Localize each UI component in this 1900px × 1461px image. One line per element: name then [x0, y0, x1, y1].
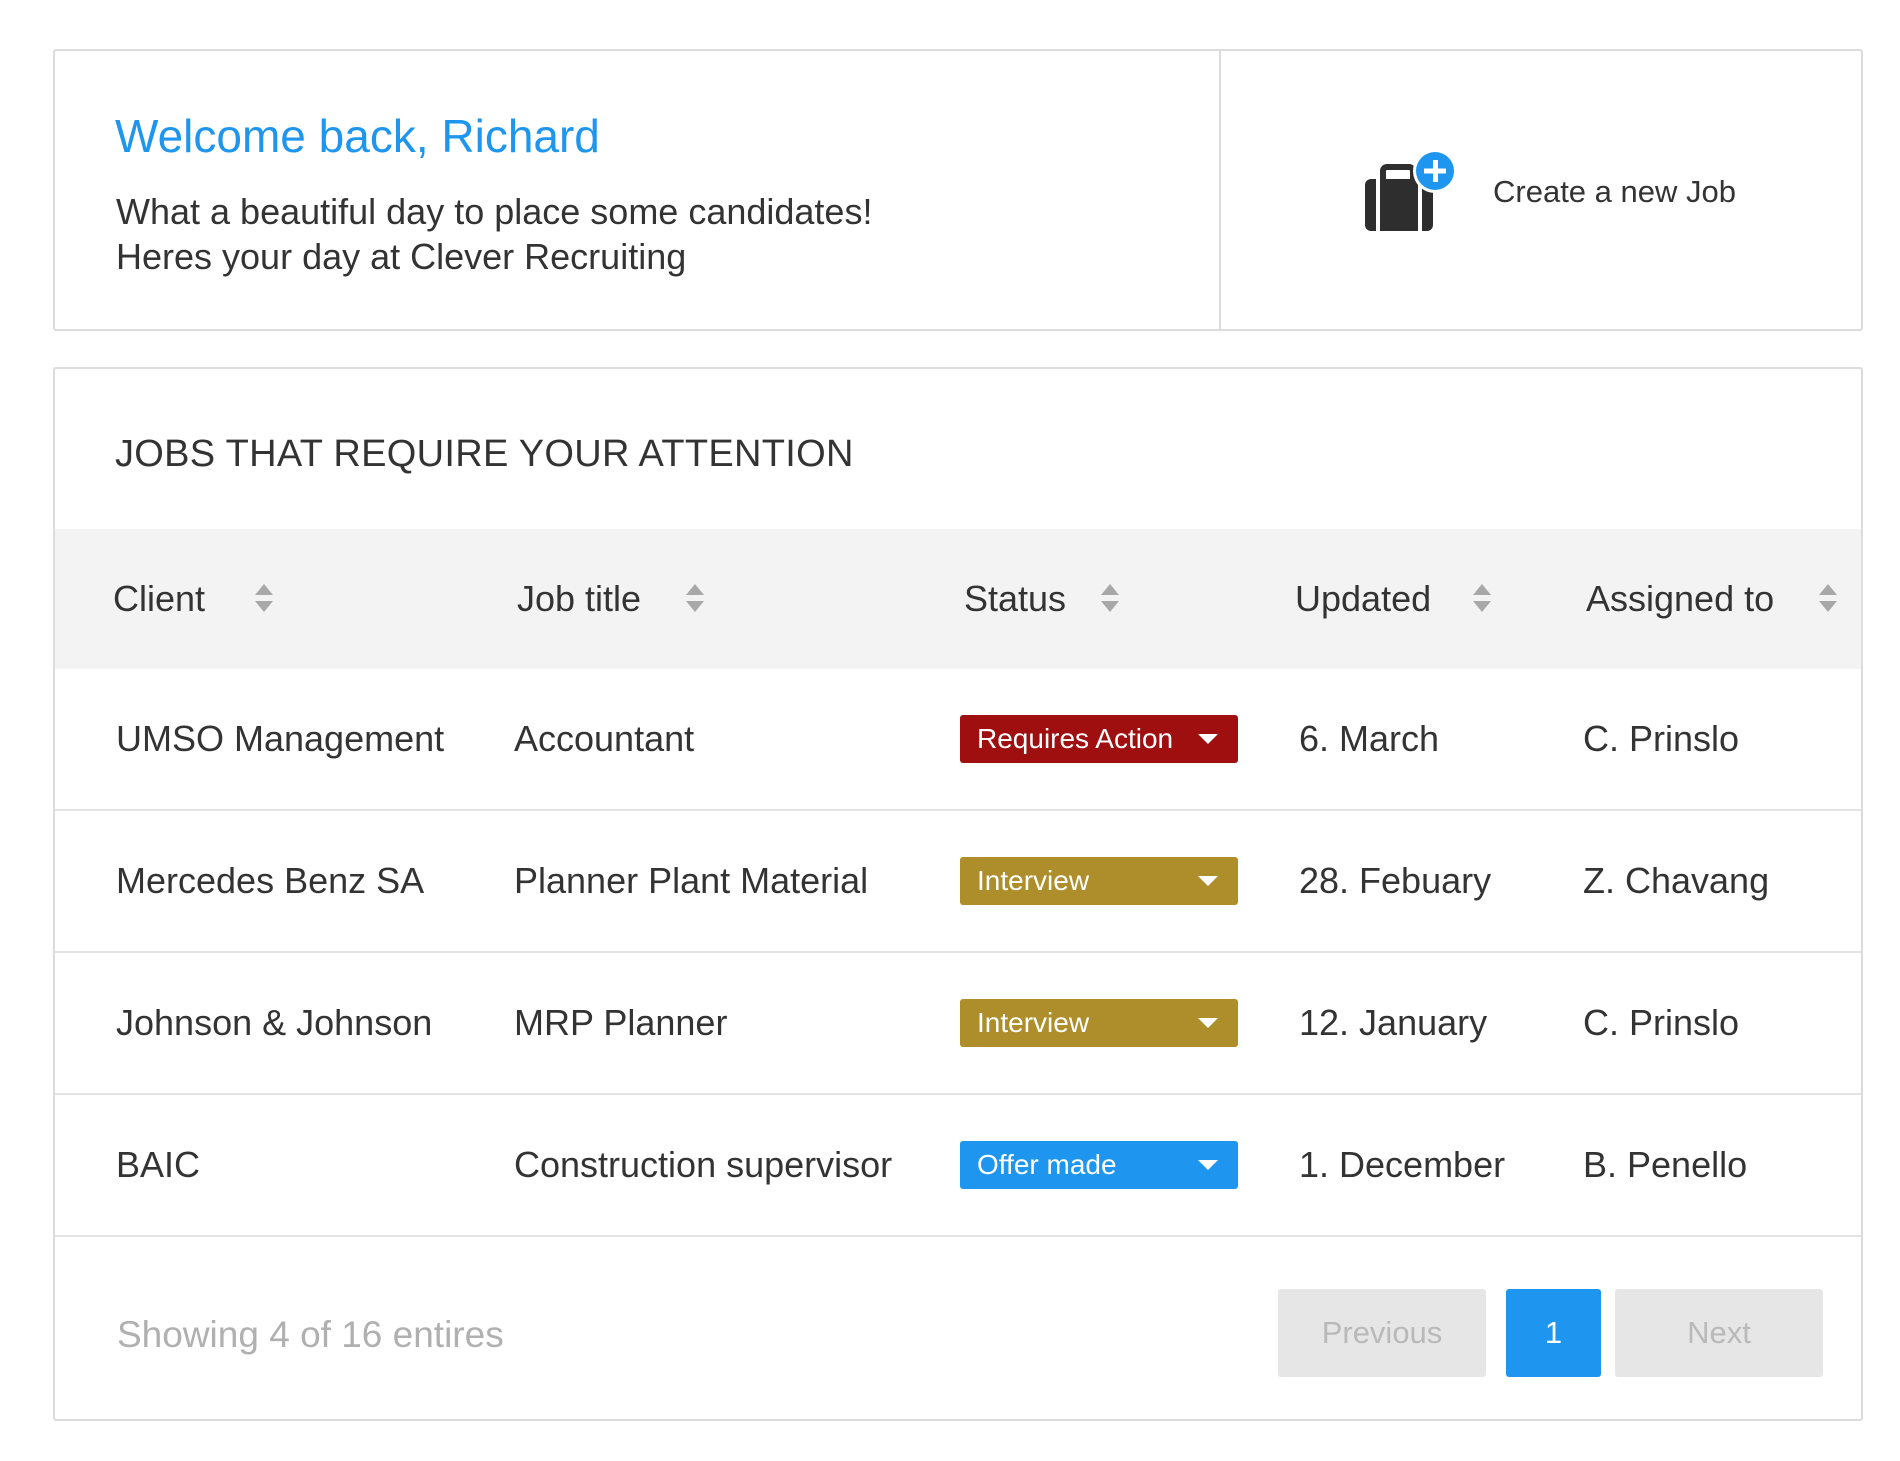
- status-dropdown[interactable]: Interview: [960, 857, 1238, 905]
- cell-assigned-to: Z. Chavang: [1583, 860, 1770, 901]
- welcome-line-1: What a beautiful day to place some candi…: [116, 191, 873, 232]
- pagination-next-button[interactable]: Next: [1615, 1289, 1823, 1377]
- create-job-button[interactable]: Create a new Job: [1363, 147, 1736, 237]
- column-header-label: Client: [113, 578, 206, 619]
- status-dropdown[interactable]: Requires Action: [960, 715, 1238, 763]
- sort-arrows-icon[interactable]: [1099, 583, 1121, 613]
- column-header-job-title[interactable]: Job title: [517, 529, 641, 669]
- welcome-line-2: Heres your day at Clever Recruiting: [116, 236, 687, 277]
- table-row[interactable]: BAIC Construction supervisor Offer made …: [55, 1095, 1861, 1237]
- cell-updated: 6. March: [1299, 718, 1440, 759]
- cell-assigned-to: B. Penello: [1583, 1144, 1748, 1185]
- table-row[interactable]: UMSO Management Accountant Requires Acti…: [55, 669, 1861, 811]
- status-label: Offer made: [977, 1149, 1117, 1180]
- cell-client: UMSO Management: [116, 718, 445, 759]
- cell-client: Mercedes Benz SA: [116, 860, 425, 901]
- cell-assigned-to: C. Prinslo: [1583, 1002, 1740, 1043]
- caret-down-icon: [1198, 734, 1218, 744]
- column-header-label: Status: [964, 578, 1067, 619]
- column-header-label: Job title: [517, 578, 642, 619]
- column-header-assigned-to[interactable]: Assigned to: [1586, 529, 1774, 669]
- column-header-updated[interactable]: Updated: [1295, 529, 1431, 669]
- caret-down-icon: [1198, 1018, 1218, 1028]
- welcome-message: What a beautiful day to place some candi…: [116, 189, 872, 279]
- create-job-panel: Create a new Job: [1223, 51, 1861, 329]
- cell-job-title: Planner Plant Material: [514, 860, 869, 901]
- column-header-client[interactable]: Client: [113, 529, 205, 669]
- status-label: Requires Action: [977, 723, 1174, 754]
- column-header-status[interactable]: Status: [964, 529, 1066, 669]
- jobs-section-title: JOBS THAT REQUIRE YOUR ATTENTION: [115, 433, 854, 475]
- welcome-title: Welcome back, Richard: [115, 110, 600, 162]
- cell-updated: 28. Febuary: [1299, 860, 1492, 901]
- sort-arrows-icon[interactable]: [684, 583, 706, 613]
- cell-client: Johnson & Johnson: [116, 1002, 433, 1043]
- sort-arrows-icon[interactable]: [253, 583, 275, 613]
- table-header: Client Job title Status Updated Assigned…: [55, 529, 1861, 669]
- column-header-label: Updated: [1295, 578, 1432, 619]
- cell-job-title: Construction supervisor: [514, 1144, 893, 1185]
- create-job-label: Create a new Job: [1493, 174, 1736, 209]
- cell-job-title: MRP Planner: [514, 1002, 728, 1043]
- pagination-page-1-button[interactable]: 1: [1506, 1289, 1601, 1377]
- cell-updated: 12. January: [1299, 1002, 1488, 1043]
- status-dropdown[interactable]: Interview: [960, 999, 1238, 1047]
- cell-assigned-to: C. Prinslo: [1583, 718, 1740, 759]
- table-row[interactable]: Johnson & Johnson MRP Planner Interview …: [55, 953, 1861, 1095]
- status-label: Interview: [977, 865, 1090, 896]
- briefcase-plus-icon: [1363, 147, 1463, 237]
- caret-down-icon: [1198, 876, 1218, 886]
- welcome-panel: Welcome back, Richard What a beautiful d…: [55, 51, 1221, 329]
- cell-updated: 1. December: [1299, 1144, 1506, 1185]
- welcome-card: Welcome back, Richard What a beautiful d…: [53, 49, 1863, 331]
- sort-arrows-icon[interactable]: [1817, 583, 1839, 613]
- jobs-card: JOBS THAT REQUIRE YOUR ATTENTION Client …: [53, 367, 1863, 1421]
- sort-arrows-icon[interactable]: [1471, 583, 1493, 613]
- pagination-previous-button[interactable]: Previous: [1278, 1289, 1486, 1377]
- cell-client: BAIC: [116, 1144, 201, 1185]
- entries-info: Showing 4 of 16 entires: [117, 1314, 504, 1355]
- status-label: Interview: [977, 1007, 1090, 1038]
- caret-down-icon: [1198, 1160, 1218, 1170]
- column-header-label: Assigned to: [1586, 578, 1775, 619]
- table-row[interactable]: Mercedes Benz SA Planner Plant Material …: [55, 811, 1861, 953]
- cell-job-title: Accountant: [514, 718, 695, 759]
- status-dropdown[interactable]: Offer made: [960, 1141, 1238, 1189]
